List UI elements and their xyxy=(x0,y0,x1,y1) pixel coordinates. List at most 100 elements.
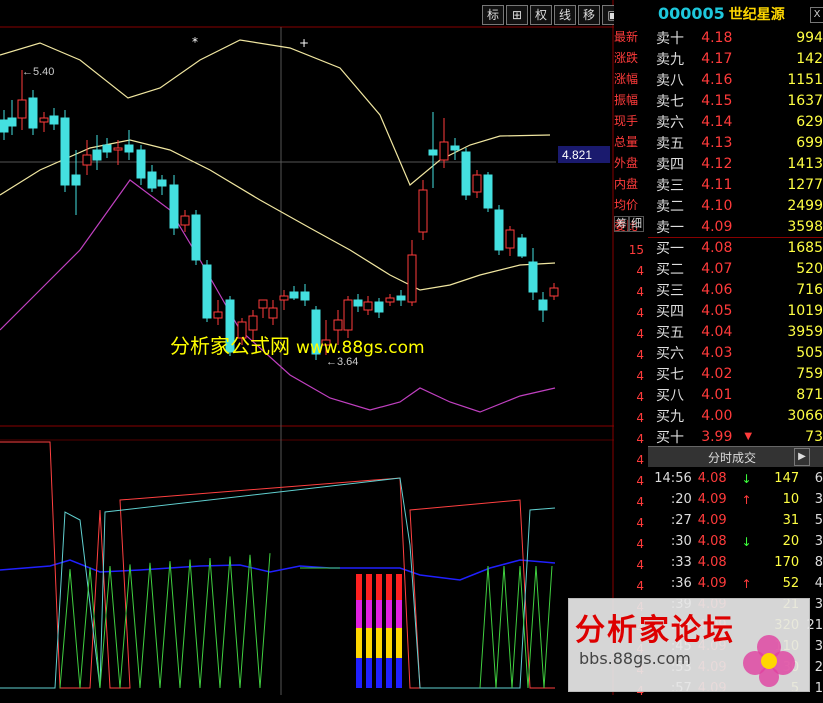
small-tab[interactable]: 细 xyxy=(629,216,644,232)
toolbar-button[interactable]: 权 xyxy=(530,5,552,25)
tick-price: 4.08 xyxy=(697,555,727,570)
left-col-cell: 4 xyxy=(636,474,644,488)
side-label: 外盘 xyxy=(614,156,639,170)
side-label: 现手 xyxy=(614,114,639,128)
book-volume: 3959 xyxy=(787,323,823,340)
candle-body xyxy=(82,154,92,166)
book-volume: 2499 xyxy=(787,197,823,214)
close-button[interactable]: X xyxy=(810,7,823,23)
candle-body xyxy=(60,117,70,186)
tick-time: :30 xyxy=(670,534,692,549)
book-volume: 1685 xyxy=(787,239,823,256)
stacked-bar xyxy=(396,600,402,628)
book-row: 卖一 4.09 3598 xyxy=(648,216,823,237)
small-tab[interactable]: 筹 xyxy=(614,216,629,232)
candle-body xyxy=(494,209,504,251)
book-volume: 1277 xyxy=(787,176,823,193)
candle-body xyxy=(248,315,258,331)
tick-title: 分时成交 xyxy=(708,451,757,465)
stacked-bar xyxy=(356,574,362,600)
book-row: 卖八 4.16 1151 xyxy=(648,69,823,90)
book-row: 买九 4.00 3066 xyxy=(648,405,823,426)
candle-body xyxy=(549,287,559,297)
side-label: 涨幅 xyxy=(614,72,639,86)
candle-body xyxy=(461,151,471,196)
stacked-bar xyxy=(386,600,392,628)
tick-count: 3 xyxy=(814,492,823,507)
tick-time: :27 xyxy=(670,513,692,528)
stock-name: 世纪星源 xyxy=(728,7,785,23)
tick-row: :33 4.08 170 8 xyxy=(648,552,823,573)
stacked-bar xyxy=(376,574,382,600)
up-arrow-icon: ↑ xyxy=(741,576,752,591)
book-volume: 699 xyxy=(796,134,823,151)
side-labels: 最新 涨跌 涨幅 振幅 现手 总量 外盘 内盘 均价 委比 xyxy=(614,27,648,237)
candle-body xyxy=(439,141,449,161)
toolbar-button[interactable]: 标 xyxy=(482,5,504,25)
side-label: 总量 xyxy=(614,135,639,149)
tick-volume: 31 xyxy=(782,513,800,528)
book-volume: 629 xyxy=(796,113,823,130)
candle-body xyxy=(428,149,438,156)
book-level-label: 卖二 xyxy=(656,198,684,215)
book-volume: 520 xyxy=(796,260,823,277)
left-col-cell: 4 xyxy=(636,369,644,383)
candle-body xyxy=(71,174,81,186)
tick-count: 3 xyxy=(814,534,823,549)
side-label: 涨跌 xyxy=(614,51,639,65)
toolbar-button[interactable]: 移 xyxy=(578,5,600,25)
stacked-bar xyxy=(376,628,382,658)
left-col-cell: 4 xyxy=(636,411,644,425)
left-col-cell: 4 xyxy=(636,327,644,341)
tick-volume: 170 xyxy=(774,555,800,570)
candle-body xyxy=(202,264,212,319)
down-arrow-icon: ▼ xyxy=(744,431,753,442)
candle-body xyxy=(17,99,27,119)
book-price: 4.01 xyxy=(701,386,733,403)
book-price: 4.00 xyxy=(701,407,733,424)
book-price: 4.07 xyxy=(701,260,733,277)
side-label: 最新 xyxy=(614,30,639,44)
candle-body xyxy=(268,307,278,319)
play-icon[interactable]: ▶ xyxy=(794,448,810,466)
book-row: 买七 4.02 759 xyxy=(648,363,823,384)
tick-volume: 147 xyxy=(774,471,800,486)
candle-body xyxy=(39,117,49,123)
book-level-label: 卖六 xyxy=(656,114,684,131)
tick-count: 4 xyxy=(814,576,823,591)
book-level-label: 买九 xyxy=(656,408,684,425)
book-volume: 1637 xyxy=(787,92,823,109)
book-price: 4.05 xyxy=(701,302,733,319)
book-price: 4.04 xyxy=(701,323,733,340)
tick-volume: 10 xyxy=(782,492,800,507)
book-price: 4.09 xyxy=(701,218,733,235)
tick-price: 4.08 xyxy=(697,471,727,486)
candle-body xyxy=(7,117,17,127)
stacked-bar xyxy=(366,574,372,600)
book-level-label: 卖九 xyxy=(656,51,684,68)
left-col-cell: 4 xyxy=(636,390,644,404)
tick-row: 14:56 4.08 ↓ 147 6 xyxy=(648,468,823,489)
stacked-bar xyxy=(386,628,392,658)
book-row: 卖六 4.14 629 xyxy=(648,111,823,132)
book-level-label: 卖七 xyxy=(656,93,684,110)
stacked-bar xyxy=(396,574,402,600)
book-volume: 1151 xyxy=(787,71,823,88)
book-price: 4.06 xyxy=(701,281,733,298)
candle-body xyxy=(169,184,179,229)
book-level-label: 买七 xyxy=(656,366,684,383)
down-arrow-icon: ↓ xyxy=(741,471,752,486)
book-level-label: 卖三 xyxy=(656,177,684,194)
toolbar-button[interactable]: 线 xyxy=(554,5,576,25)
left-col-cell: 15 xyxy=(628,243,644,257)
book-price: 4.11 xyxy=(701,176,733,193)
book-row: 买一 4.08 1685 xyxy=(648,237,823,258)
book-volume: 871 xyxy=(796,386,823,403)
book-volume: 1019 xyxy=(787,302,823,319)
toolbar-button[interactable]: ⊞ xyxy=(506,5,528,25)
book-level-label: 买四 xyxy=(656,303,684,320)
watermark-text: 分析家公式网 www.88gs.com xyxy=(170,334,425,358)
high-label: ←5.40 xyxy=(22,66,54,78)
up-arrow-icon: ↑ xyxy=(741,492,752,507)
tick-price: 4.08 xyxy=(697,534,727,549)
